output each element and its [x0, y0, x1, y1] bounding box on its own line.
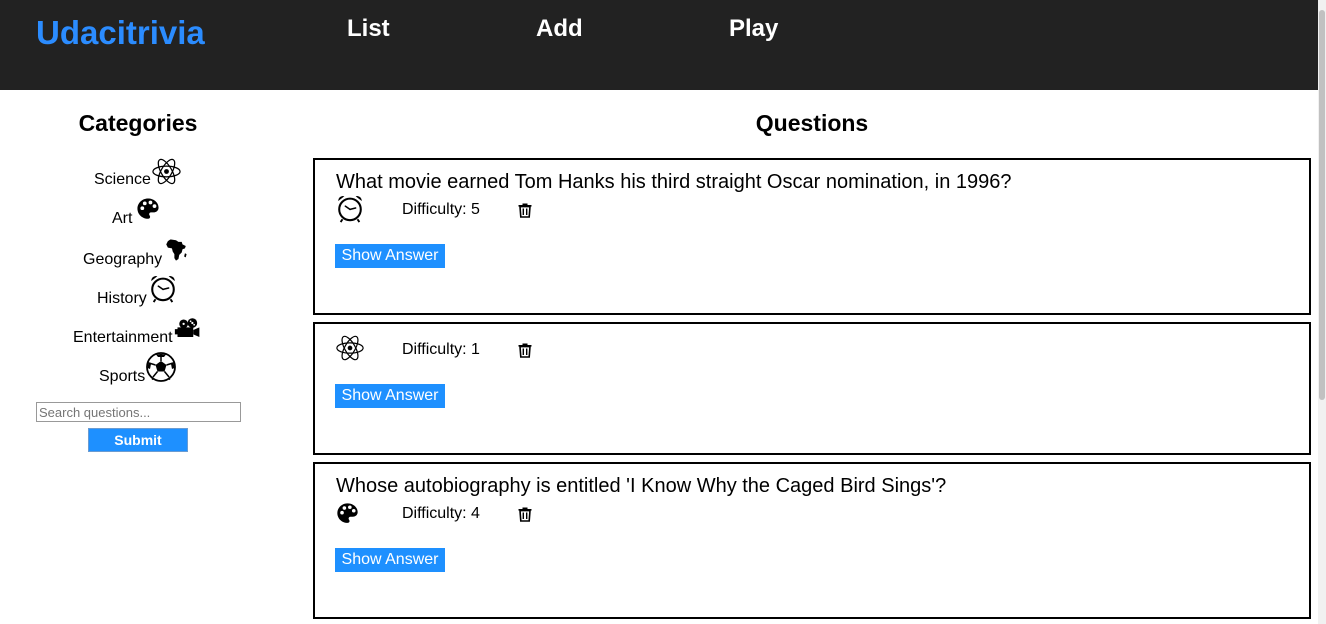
trash-icon[interactable]: [516, 341, 534, 359]
category-history[interactable]: History: [97, 290, 147, 308]
category-label: Entertainment: [73, 329, 173, 346]
difficulty-label: Difficulty: 4: [402, 505, 480, 522]
nav-add[interactable]: Add: [536, 15, 583, 43]
atom-icon: [335, 333, 365, 363]
film-camera-icon: [174, 316, 202, 344]
soccer-ball-icon: [145, 351, 177, 383]
category-art[interactable]: Art: [112, 210, 132, 228]
category-label: History: [97, 290, 147, 307]
category-geography[interactable]: Geography: [83, 251, 162, 269]
africa-map-icon: [163, 237, 189, 263]
question-text: Whose autobiography is entitled 'I Know …: [336, 475, 947, 497]
search-input[interactable]: [36, 402, 241, 422]
question-text: What movie earned Tom Hanks his third st…: [336, 171, 1012, 193]
trash-icon[interactable]: [516, 505, 534, 523]
category-entertainment[interactable]: Entertainment: [73, 329, 173, 347]
palette-icon: [135, 196, 161, 222]
app-header: Udacitrivia List Add Play: [0, 0, 1326, 90]
category-label: Science: [94, 171, 151, 188]
show-answer-button[interactable]: Show Answer: [335, 548, 445, 572]
palette-icon: [335, 501, 360, 526]
category-sports[interactable]: Sports: [99, 368, 145, 386]
alarm-clock-icon: [148, 273, 178, 303]
category-science[interactable]: Science: [94, 171, 151, 189]
category-label: Sports: [99, 368, 146, 385]
trash-icon[interactable]: [516, 201, 534, 219]
show-answer-button[interactable]: Show Answer: [335, 244, 445, 268]
atom-icon: [151, 156, 182, 187]
difficulty-label: Difficulty: 5: [402, 201, 480, 218]
submit-button[interactable]: Submit: [88, 428, 188, 452]
category-label: Art: [112, 210, 133, 227]
categories-title: Categories: [78, 110, 198, 136]
questions-title: Questions: [755, 110, 869, 136]
scrollbar-thumb[interactable]: [1319, 10, 1325, 400]
difficulty-label: Difficulty: 1: [402, 341, 480, 358]
nav-play[interactable]: Play: [729, 15, 778, 43]
question-card: Whose autobiography is entitled 'I Know …: [313, 462, 1311, 619]
page-scrollbar[interactable]: [1318, 0, 1326, 624]
nav-list[interactable]: List: [347, 15, 390, 43]
question-card: Difficulty: 1 Show Answer: [313, 322, 1311, 455]
alarm-clock-icon: [335, 193, 365, 223]
show-answer-button[interactable]: Show Answer: [335, 384, 445, 408]
category-label: Geography: [83, 251, 163, 268]
question-card: What movie earned Tom Hanks his third st…: [313, 158, 1311, 315]
brand-logo[interactable]: Udacitrivia: [36, 14, 205, 52]
